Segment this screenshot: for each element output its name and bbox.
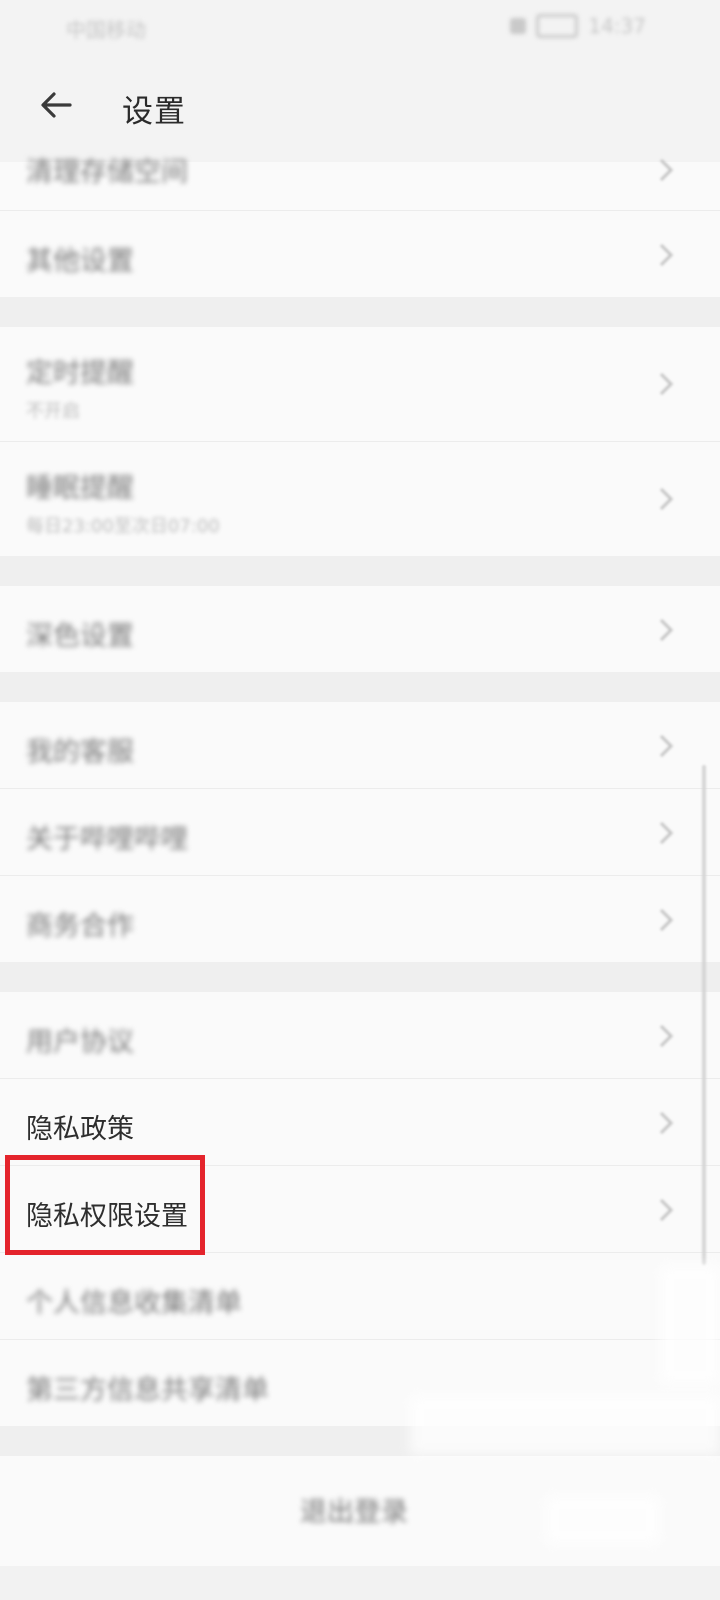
chevron-right-icon: [659, 618, 674, 642]
settings-list: 清理存储空间 其他设置 定时提醒 不开启 睡眠提醒 每日23:00至次日07:0…: [0, 157, 720, 1566]
chevron-right-icon: [659, 821, 674, 845]
settings-item-subtitle: 不开启: [26, 401, 80, 422]
back-arrow-icon[interactable]: [36, 85, 76, 125]
watermark-overlay: [410, 1395, 720, 1455]
group-divider: [0, 962, 720, 992]
scrollbar: [702, 765, 706, 1265]
settings-item-label: 商务合作: [26, 911, 134, 942]
settings-item-customer-service[interactable]: 我的客服: [0, 702, 720, 789]
settings-item-label: 深色设置: [26, 621, 134, 652]
highlight-annotation: [5, 1155, 205, 1255]
watermark-overlay: [660, 1265, 720, 1385]
settings-item-label: 清理存储空间: [26, 157, 188, 188]
settings-item-label: 我的客服: [26, 737, 134, 768]
settings-item-subtitle: 每日23:00至次日07:00: [26, 516, 220, 537]
settings-item-sleep-reminder[interactable]: 睡眠提醒 每日23:00至次日07:00: [0, 442, 720, 556]
settings-item-business[interactable]: 商务合作: [0, 876, 720, 962]
chevron-right-icon: [659, 1198, 674, 1222]
chevron-right-icon: [659, 243, 674, 267]
settings-item-other-settings[interactable]: 其他设置: [0, 211, 720, 297]
group-divider: [0, 672, 720, 702]
settings-group: 我的客服 关于哔哩哔哩 商务合作: [0, 702, 720, 962]
settings-item-about[interactable]: 关于哔哩哔哩: [0, 789, 720, 876]
settings-item-label: 个人信息收集清单: [26, 1288, 242, 1319]
chevron-right-icon: [659, 734, 674, 758]
settings-group: 清理存储空间 其他设置: [0, 157, 720, 297]
chevron-right-icon: [659, 1024, 674, 1048]
settings-item-label: 其他设置: [26, 246, 134, 277]
battery-icon: [536, 14, 579, 38]
watermark-overlay: [545, 1495, 660, 1545]
chevron-right-icon: [659, 158, 674, 182]
settings-item-personal-info-list[interactable]: 个人信息收集清单: [0, 1253, 720, 1340]
chevron-right-icon: [659, 487, 674, 511]
settings-item-privacy-policy[interactable]: 隐私政策: [0, 1079, 720, 1166]
settings-item-user-agreement[interactable]: 用户协议: [0, 992, 720, 1079]
status-bar: 中国移动 14:37: [0, 0, 720, 52]
status-icons: 14:37: [510, 14, 646, 38]
settings-group: 定时提醒 不开启 睡眠提醒 每日23:00至次日07:00: [0, 327, 720, 556]
group-divider: [0, 297, 720, 327]
logout-label: 退出登录: [300, 1497, 408, 1528]
clock-text: 14:37: [588, 14, 646, 38]
settings-item-timed-reminder[interactable]: 定时提醒 不开启: [0, 327, 720, 442]
carrier-text: 中国移动: [66, 18, 146, 42]
notification-icon: [510, 18, 527, 34]
settings-item-label: 关于哔哩哔哩: [26, 824, 188, 855]
group-divider: [0, 556, 720, 586]
header: 设置: [0, 52, 720, 163]
settings-item-label: 睡眠提醒: [26, 473, 134, 504]
page-title: 设置: [122, 94, 186, 130]
chevron-right-icon: [659, 1111, 674, 1135]
settings-group: 深色设置: [0, 586, 720, 672]
chevron-right-icon: [659, 908, 674, 932]
settings-item-dark-mode[interactable]: 深色设置: [0, 586, 720, 672]
settings-item-label: 隐私政策: [26, 1114, 134, 1145]
settings-item-label: 第三方信息共享清单: [26, 1375, 269, 1406]
chevron-right-icon: [659, 372, 674, 396]
settings-item-label: 用户协议: [26, 1027, 134, 1058]
settings-item-label: 定时提醒: [26, 358, 134, 389]
settings-item-clear-storage[interactable]: 清理存储空间: [0, 157, 720, 211]
